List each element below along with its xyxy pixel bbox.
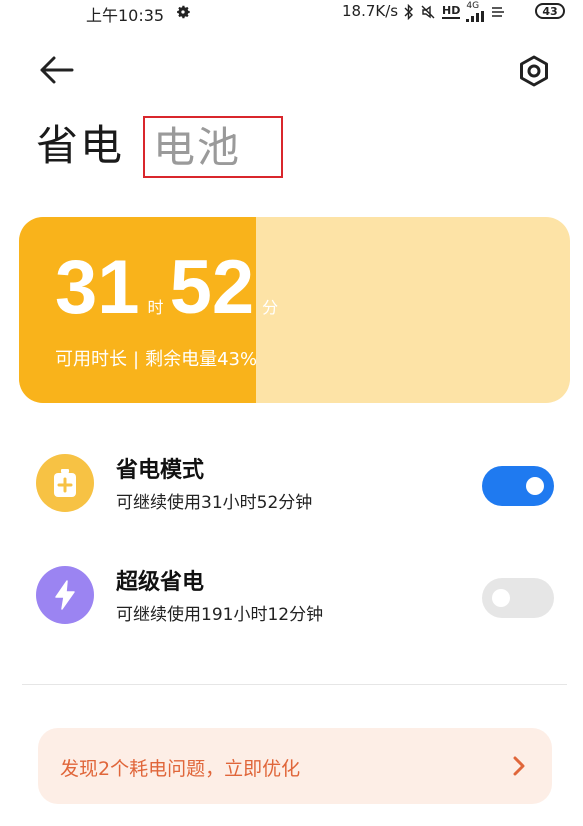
toggle-knob — [492, 589, 510, 607]
chevron-right-icon — [513, 756, 525, 776]
battery-summary-card: 31 时 52 分 可用时长 | 剩余电量43% — [19, 217, 570, 403]
arrow-left-icon — [40, 56, 74, 84]
network-speed: 18.7K/s — [342, 2, 399, 20]
battery-level: 43 — [542, 4, 558, 18]
gear-icon — [177, 5, 190, 19]
hours-unit: 时 — [147, 298, 164, 317]
ultra-power-saving-subtitle: 可继续使用191小时12分钟 — [116, 605, 324, 625]
bluetooth-icon — [404, 4, 413, 20]
tab-battery-label: 电池 — [153, 123, 242, 172]
settings-button[interactable] — [516, 54, 552, 88]
page-title: 省电 — [36, 121, 125, 170]
back-button[interactable] — [38, 54, 74, 86]
remaining-charge-label: 剩余电量43% — [145, 349, 258, 370]
remaining-hours: 31 — [55, 245, 140, 330]
battery-indicator: 43 — [535, 3, 565, 19]
power-saving-mode-row[interactable]: 省电模式 可继续使用31小时52分钟 — [36, 450, 554, 520]
available-time-label: 可用时长 — [55, 349, 127, 370]
ultra-power-saving-title: 超级省电 — [116, 570, 205, 595]
status-time: 上午10:35 — [86, 6, 165, 25]
network-type: 4G — [466, 1, 480, 11]
subtitle-separator: | — [133, 349, 140, 370]
status-bar: 上午10:35 18.7K/s HD 4G 43 — [0, 0, 583, 26]
divider — [22, 684, 567, 685]
power-saving-mode-title: 省电模式 — [116, 458, 205, 483]
hexagon-settings-icon — [520, 55, 548, 87]
battery-subtitle: 可用时长 | 剩余电量43% — [55, 345, 257, 371]
tab-battery[interactable]: 电池 — [143, 116, 283, 178]
toggle-knob — [526, 477, 544, 495]
power-saving-mode-toggle[interactable] — [482, 466, 554, 506]
power-saving-mode-subtitle: 可继续使用31小时52分钟 — [116, 493, 313, 513]
remaining-minutes: 52 — [169, 245, 255, 330]
optimize-issues-banner[interactable]: 发现2个耗电问题，立即优化 — [38, 728, 552, 804]
ultra-power-saving-row[interactable]: 超级省电 可继续使用191小时12分钟 — [36, 562, 554, 632]
ultra-power-saving-toggle[interactable] — [482, 578, 554, 618]
lightning-icon — [36, 566, 94, 624]
optimize-issues-text: 发现2个耗电问题，立即优化 — [60, 758, 301, 780]
minutes-unit: 分 — [262, 298, 279, 317]
remaining-time: 31 时 52 分 — [55, 245, 284, 330]
hd-label: HD — [442, 4, 461, 19]
battery-plus-icon — [36, 454, 94, 512]
data-transfer-icon — [492, 7, 505, 17]
mute-icon — [421, 5, 435, 19]
signal-icon — [466, 11, 485, 22]
